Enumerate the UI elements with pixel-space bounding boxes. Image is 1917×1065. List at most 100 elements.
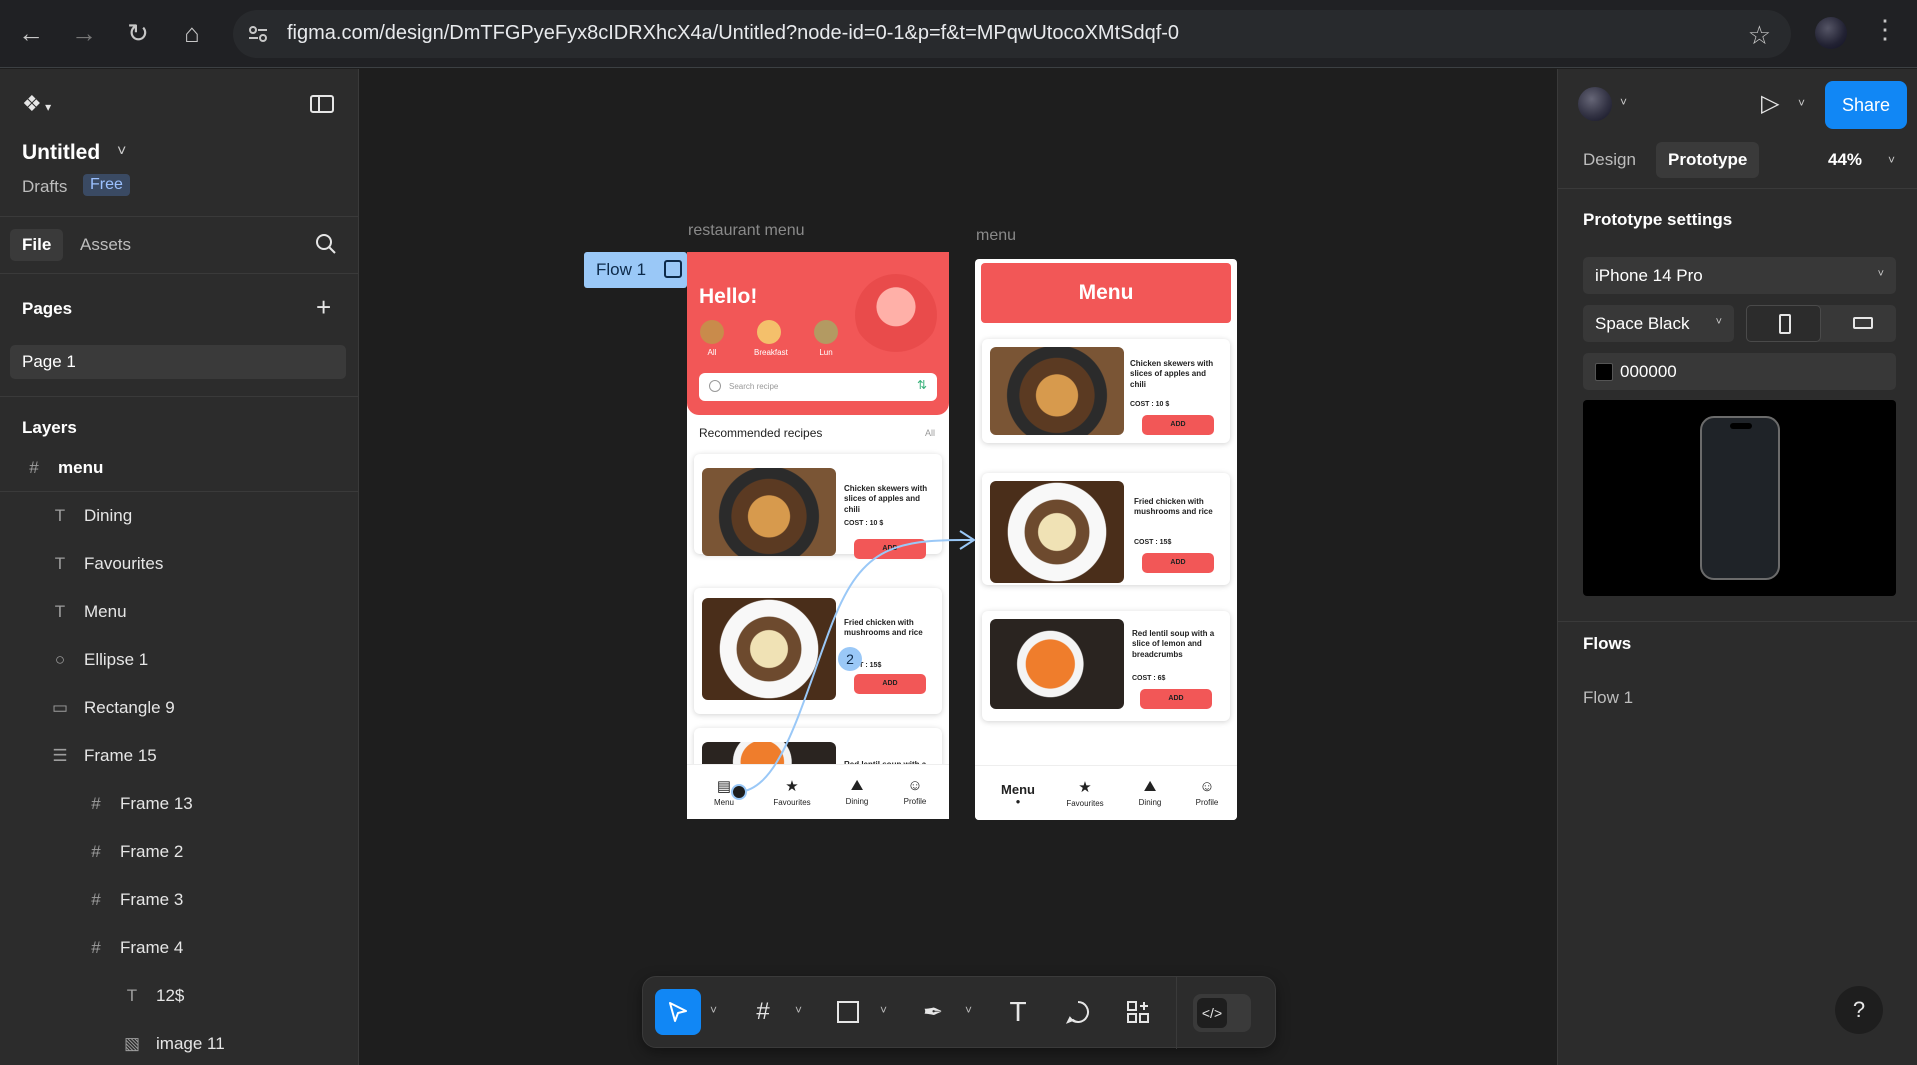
chevron-down-icon[interactable]: ˅ [965, 1003, 972, 1017]
bookmark-star-icon[interactable]: ☆ [1748, 20, 1771, 51]
iphone-mockup [1700, 416, 1780, 580]
connection-step-badge[interactable]: 2 [838, 647, 862, 671]
home-frame[interactable]: Hello! All Breakfast Lun Search recipe ⇅… [687, 252, 949, 819]
menu-frame[interactable]: Menu Chicken skewers with slices of appl… [975, 259, 1237, 820]
share-button[interactable]: Share [1825, 81, 1907, 129]
add-button[interactable]: ADD [854, 539, 926, 559]
browser-menu-icon[interactable]: ⋮ [1872, 14, 1898, 45]
recipe-card[interactable]: Fried chicken with mushrooms and rice CO… [694, 588, 942, 714]
site-settings-icon[interactable] [247, 23, 269, 45]
see-all-link[interactable]: All [925, 428, 935, 438]
actions-tool-icon[interactable] [1115, 989, 1161, 1035]
background-color-field[interactable]: 000000 [1583, 353, 1896, 390]
food-thumb-icon [814, 320, 838, 344]
play-flow-icon[interactable] [664, 260, 682, 278]
nav-favourites[interactable]: ★ Favourites [1060, 778, 1110, 808]
reload-icon[interactable]: ↻ [119, 14, 157, 52]
file-location[interactable]: Drafts [22, 177, 67, 197]
tab-prototype[interactable]: Prototype [1656, 142, 1760, 178]
category-all[interactable]: All [697, 320, 727, 357]
add-button[interactable]: ADD [1142, 415, 1214, 435]
flow-starting-point[interactable]: Flow 1 [584, 252, 687, 288]
nav-dining[interactable]: ⛰ Dining [1125, 778, 1175, 807]
chevron-down-icon[interactable]: ˅ [795, 1003, 802, 1017]
recipe-card[interactable]: Fried chicken with mushrooms and rice CO… [982, 473, 1230, 585]
layer-item[interactable]: ▭ Rectangle 9 [0, 684, 358, 732]
forward-icon[interactable]: → [65, 14, 103, 52]
home-icon[interactable]: ⌂ [173, 14, 211, 52]
nav-menu[interactable]: ▤ Menu [699, 777, 749, 807]
text-tool-icon[interactable]: T [995, 989, 1041, 1035]
layer-item[interactable]: # Frame 4 [0, 924, 358, 972]
rectangle-tool-icon[interactable] [825, 989, 871, 1035]
page-item[interactable]: Page 1 [10, 345, 346, 379]
recipe-search-input[interactable]: Search recipe ⇅ [699, 373, 937, 401]
file-title[interactable]: Untitled [22, 141, 100, 165]
nav-dining[interactable]: ⛰ Dining [832, 777, 882, 806]
layer-item[interactable]: ○ Ellipse 1 [0, 636, 358, 684]
layer-item[interactable]: # Frame 13 [0, 780, 358, 828]
recipe-card[interactable]: Chicken skewers with slices of apples an… [694, 454, 942, 559]
browser-profile-avatar[interactable] [1815, 17, 1847, 49]
prototype-connection[interactable] [360, 69, 1557, 1065]
back-icon[interactable]: ← [12, 14, 50, 52]
figma-main-menu-icon[interactable]: ❖ ▾ [22, 91, 51, 117]
tab-file[interactable]: File [10, 229, 64, 261]
pen-tool-icon[interactable]: ✒ [910, 989, 956, 1035]
chevron-down-icon[interactable]: ˅ [1620, 95, 1627, 109]
help-button[interactable]: ? [1835, 986, 1883, 1034]
layer-item[interactable]: T 12$ [0, 972, 358, 1020]
color-swatch[interactable] [1595, 363, 1613, 381]
nav-profile[interactable]: ☺ Profile [890, 777, 940, 806]
layer-item[interactable]: T Menu [0, 588, 358, 636]
tab-design[interactable]: Design [1583, 150, 1636, 170]
add-button[interactable]: ADD [854, 674, 926, 694]
chevron-down-icon[interactable]: ˅ [1888, 153, 1895, 167]
recipe-card[interactable]: Red lentil soup with a slice of lemon an… [982, 611, 1230, 721]
add-page-icon[interactable]: + [316, 292, 331, 323]
layer-item[interactable]: ☰ Frame 15 [0, 732, 358, 780]
layer-item[interactable]: T Dining [0, 492, 358, 540]
search-icon[interactable] [315, 233, 337, 255]
layer-item[interactable]: ▧ image 11 [0, 1020, 358, 1065]
category-breakfast[interactable]: Breakfast [754, 320, 788, 357]
pages-heading: Pages [22, 299, 73, 318]
chevron-down-icon[interactable]: ˅ [710, 1003, 717, 1017]
add-button[interactable]: ADD [1140, 689, 1212, 709]
address-bar[interactable]: figma.com/design/DmTFGPyeFyx8cIDRXhcX4a/… [233, 10, 1791, 58]
toggle-sidebar-icon[interactable] [310, 95, 334, 113]
device-color-select[interactable]: Space Black ˅ [1583, 305, 1734, 342]
layer-item[interactable]: # menu [0, 444, 358, 492]
flow-item[interactable]: Flow 1 [1583, 688, 1633, 708]
tab-assets[interactable]: Assets [80, 235, 131, 255]
recipe-card[interactable]: Chicken skewers with slices of apples an… [982, 339, 1230, 443]
frame-label-menu[interactable]: menu [976, 227, 1016, 245]
move-tool-icon[interactable] [655, 989, 701, 1035]
chevron-down-icon[interactable]: ˅ [1798, 96, 1805, 110]
nav-menu[interactable]: Menu ● [993, 782, 1043, 806]
portrait-option[interactable] [1746, 305, 1821, 342]
layer-item[interactable]: # Frame 3 [0, 876, 358, 924]
layer-name: image 11 [156, 1034, 225, 1053]
chevron-down-icon[interactable]: ˅ [117, 143, 126, 161]
url-text[interactable]: figma.com/design/DmTFGPyeFyx8cIDRXhcX4a/… [287, 22, 1179, 45]
add-button[interactable]: ADD [1142, 553, 1214, 573]
dev-mode-toggle[interactable]: </> [1193, 994, 1251, 1032]
category-lunch[interactable]: Lun [811, 320, 841, 357]
present-play-icon[interactable]: ▷ [1761, 89, 1779, 118]
text-icon: T [54, 506, 66, 525]
layer-item[interactable]: T Favourites [0, 540, 358, 588]
device-select[interactable]: iPhone 14 Pro ˅ [1583, 257, 1896, 294]
nav-profile[interactable]: ☺ Profile [1182, 778, 1232, 807]
background-hex-value[interactable]: 000000 [1620, 362, 1677, 382]
nav-favourites[interactable]: ★ Favourites [767, 777, 817, 807]
frame-label-home[interactable]: restaurant menu [688, 222, 805, 240]
chevron-down-icon[interactable]: ˅ [880, 1003, 887, 1017]
zoom-level[interactable]: 44% [1828, 150, 1862, 170]
user-avatar[interactable] [1578, 87, 1612, 121]
frame-tool-icon[interactable]: # [740, 989, 786, 1035]
layer-item[interactable]: # Frame 2 [0, 828, 358, 876]
design-canvas[interactable]: restaurant menu Flow 1 Hello! All Breakf… [360, 69, 1557, 1065]
filter-icon[interactable]: ⇅ [917, 378, 927, 392]
comment-tool-icon[interactable] [1055, 989, 1101, 1035]
